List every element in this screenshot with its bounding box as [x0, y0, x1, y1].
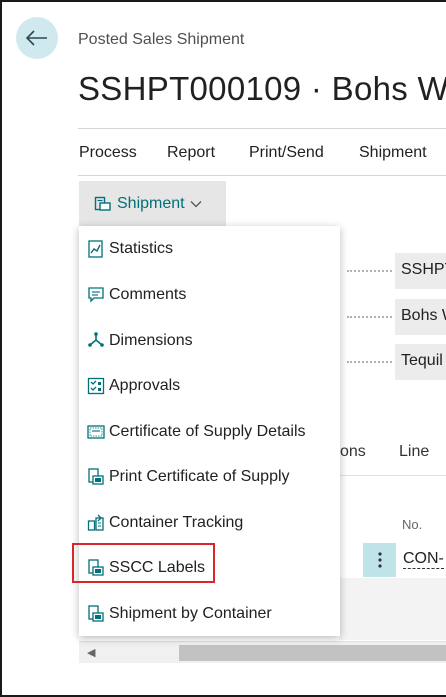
menu-item-label: Print Certificate of Supply — [109, 468, 290, 485]
menu-item-approvals[interactable]: Approvals — [79, 366, 340, 406]
shipment-icon — [94, 196, 111, 211]
field-leader — [347, 270, 392, 272]
menu-item-print-certificate-of-supply[interactable]: Print Certificate of Supply — [79, 457, 340, 497]
shipment-by-container-icon — [86, 604, 106, 624]
scroll-left-icon[interactable]: ◀ — [87, 646, 95, 659]
action-bar: Process Report Print/Send Shipment — [78, 128, 446, 176]
menu-item-label: Container Tracking — [109, 514, 244, 531]
menu-item-sscc-labels[interactable]: SSCC Labels — [79, 548, 340, 588]
comments-icon — [86, 285, 106, 305]
field-address[interactable]: Tequil — [395, 344, 446, 380]
shipment-menu: Statistics Comments Dimensions Approvals… — [79, 226, 340, 636]
page-title: SSHPT000109 · Bohs Wel — [78, 70, 446, 107]
action-report[interactable]: Report — [167, 144, 215, 162]
chevron-down-icon — [190, 200, 202, 207]
menu-item-label: SSCC Labels — [109, 559, 206, 576]
menu-item-label: Statistics — [109, 240, 174, 257]
field-leader — [347, 361, 392, 363]
field-leader — [347, 316, 392, 318]
menu-item-label: Shipment by Container — [109, 605, 272, 622]
menu-item-label: Dimensions — [109, 332, 193, 349]
app-frame: Posted Sales Shipment SSHPT000109 · Bohs… — [0, 0, 446, 697]
menu-item-label: Approvals — [109, 377, 181, 394]
approvals-icon — [86, 376, 106, 396]
arrow-left-icon — [26, 30, 47, 46]
field-no[interactable]: SSHPT — [395, 253, 446, 289]
field-customer[interactable]: Bohs W — [395, 299, 446, 335]
grid-empty-area — [339, 578, 446, 640]
menu-item-comments[interactable]: Comments — [79, 275, 340, 315]
horizontal-scrollbar[interactable]: ◀ — [79, 641, 446, 663]
certificate-icon — [86, 422, 106, 442]
grid-divider — [339, 475, 446, 476]
back-button[interactable] — [16, 17, 58, 59]
row-no-link[interactable]: CON- — [403, 550, 444, 569]
statistics-icon — [86, 239, 106, 259]
menu-item-certificate-of-supply-details[interactable]: Certificate of Supply Details — [79, 412, 340, 452]
menu-item-dimensions[interactable]: Dimensions — [79, 321, 340, 361]
shipment-button-label: Shipment — [117, 194, 185, 212]
action-process[interactable]: Process — [79, 144, 137, 162]
sscc-labels-icon — [86, 558, 106, 578]
menu-item-label: Certificate of Supply Details — [109, 423, 306, 440]
menu-item-container-tracking[interactable]: Container Tracking — [79, 503, 340, 543]
column-header-no: No. — [402, 517, 423, 532]
lines-tab-partial[interactable]: ons — [340, 443, 366, 461]
menu-item-label: Comments — [109, 286, 187, 303]
shipment-dropdown-button[interactable]: Shipment — [79, 181, 226, 226]
scrollbar-thumb[interactable] — [179, 645, 446, 661]
action-shipment[interactable]: Shipment — [359, 144, 427, 162]
menu-item-statistics[interactable]: Statistics — [79, 229, 340, 269]
breadcrumb: Posted Sales Shipment — [78, 31, 245, 48]
dimensions-icon — [86, 331, 106, 351]
row-actions-button[interactable] — [363, 543, 396, 577]
container-tracking-icon — [86, 513, 106, 533]
print-icon — [86, 467, 106, 487]
lines-tab-line[interactable]: Line — [399, 443, 429, 461]
more-vertical-icon — [377, 552, 382, 568]
menu-item-shipment-by-container[interactable]: Shipment by Container — [79, 594, 340, 634]
action-print-send[interactable]: Print/Send — [249, 144, 324, 162]
